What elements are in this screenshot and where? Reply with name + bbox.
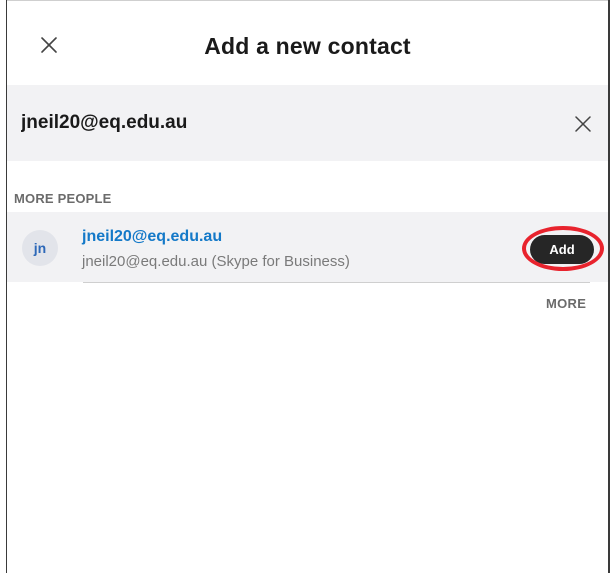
add-contact-button[interactable]: Add <box>530 235 594 264</box>
contact-name[interactable]: jneil20@eq.edu.au <box>82 228 222 246</box>
contact-subtitle: jneil20@eq.edu.au (Skype for Business) <box>82 253 350 270</box>
section-heading-more-people: MORE PEOPLE <box>14 191 112 206</box>
dialog-header: Add a new contact <box>7 1 608 85</box>
dialog-title: Add a new contact <box>204 33 411 59</box>
divider <box>83 282 590 283</box>
avatar: jn <box>22 230 58 266</box>
search-bar <box>7 85 608 161</box>
search-input[interactable] <box>21 107 561 139</box>
contact-result-row[interactable]: jn jneil20@eq.edu.au jneil20@eq.edu.au (… <box>7 212 608 282</box>
clear-search-button[interactable] <box>574 115 592 133</box>
add-contact-dialog: Add a new contact MORE PEOPLE jn jneil20… <box>0 0 610 573</box>
more-link[interactable]: MORE <box>546 296 586 311</box>
close-icon <box>575 116 591 132</box>
